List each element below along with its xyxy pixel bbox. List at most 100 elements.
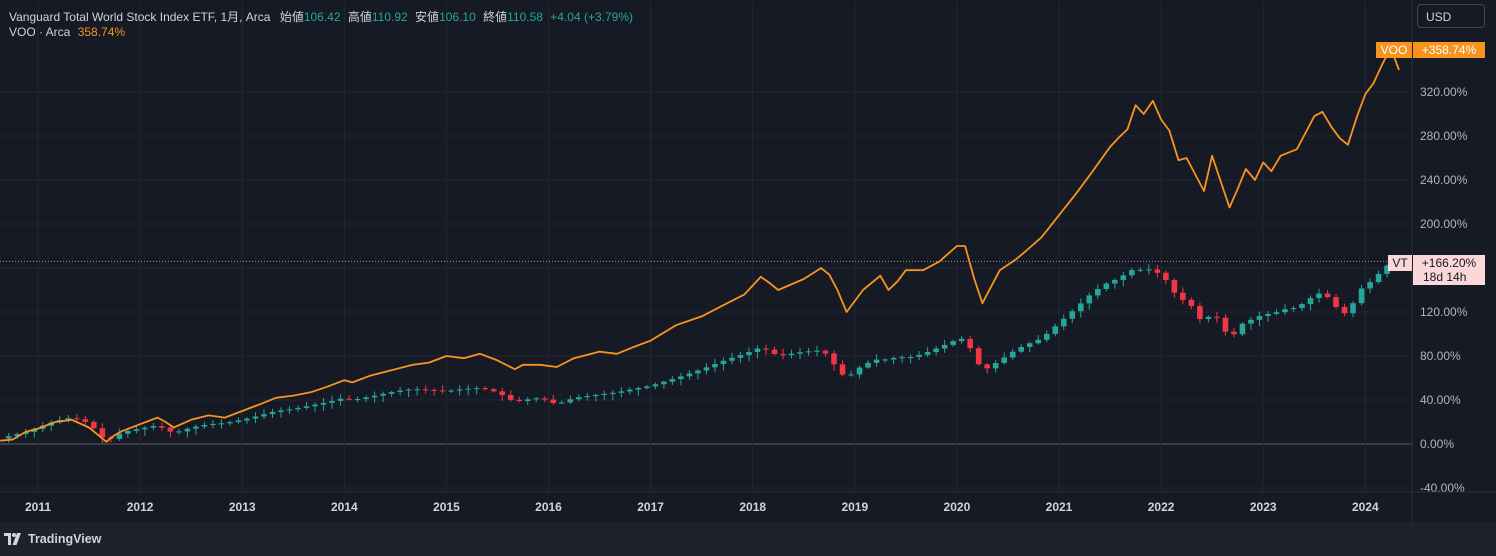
candle-body [933,348,939,353]
candle-body [635,388,642,390]
high-label: 高値 [347,10,372,24]
tradingview-logo[interactable]: TradingView [4,532,101,546]
candle-body [507,395,514,400]
candle-body [337,398,344,401]
vt-value-text: +166.20% [1422,256,1477,270]
candle-body [269,411,276,415]
price-chart[interactable]: -40.00%0.00%40.00%80.00%120.00%160.00%20… [0,0,1496,522]
candle-body [133,429,140,431]
chart-area[interactable]: -40.00%0.00%40.00%80.00%120.00%160.00%20… [0,0,1496,522]
candle-body [1282,309,1288,313]
candle-body [822,350,829,354]
candle-body [1197,306,1203,319]
candle-body [91,421,97,429]
candle-body [150,426,157,428]
candle-body [584,396,591,398]
x-tick-label: 2016 [535,500,562,514]
compare-symbol[interactable]: VOO · Arca [9,25,70,39]
candle-body [729,357,735,361]
candle-body [950,341,956,345]
candle-body [286,409,293,411]
candle-body [941,344,948,349]
grid [0,2,1412,492]
voo-line-path [0,47,1400,443]
candle-body [958,338,965,342]
x-tick-label: 2014 [331,500,358,514]
candle-body [363,397,369,400]
close-value: 110.58 [507,10,543,24]
candle-body [695,370,701,374]
candle-body [278,410,284,412]
symbol-title[interactable]: Vanguard Total World Stock Index ETF, 1月… [9,10,270,24]
candle-body [448,390,454,392]
candle-body [5,436,12,439]
candle-body [720,360,727,365]
candle-body [746,352,752,356]
candle-body [252,416,259,419]
candle-body [992,362,999,369]
candle-body [831,353,837,365]
candle-body [1375,273,1382,283]
candle-body [125,430,131,434]
compare-value: 358.74% [77,25,126,39]
x-tick-label: 2023 [1250,500,1277,514]
candle-body [1222,317,1229,332]
candle-body [1154,269,1161,273]
high-value: 110.92 [371,10,408,24]
candle-body [618,391,625,393]
candle-body [737,355,744,358]
candle-body [967,338,973,349]
candle-body [610,392,616,394]
candle-body [567,399,574,403]
y-tick-label: -40.00% [1420,481,1465,495]
open-value: 106.42 [303,10,341,24]
candle-body [558,402,565,404]
candle-body [814,350,820,352]
candle-body [184,428,191,432]
candle-body [1231,331,1237,335]
candle-body [1333,297,1339,307]
candle-body [1018,346,1025,352]
candle-body [465,388,471,390]
y-tick-label: 280.00% [1420,129,1468,143]
candle-body [1035,339,1042,344]
y-tick-label: 80.00% [1420,349,1461,363]
x-tick-label: 2013 [229,500,256,514]
candle-body [210,423,216,425]
candle-body [159,426,165,428]
vt-countdown-text: 18d 14h [1423,270,1466,284]
x-tick-label: 2012 [127,500,154,514]
candle-body [661,381,667,385]
candle-body [380,393,386,396]
candle-body [1290,308,1297,310]
candle-body [1077,303,1084,312]
candle-body [686,373,693,377]
compare-series-legend: VOO · Arca 358.74% [9,25,125,39]
candle-body [780,353,786,356]
candle-body [839,364,846,375]
y-tick-label: 240.00% [1420,173,1468,187]
x-tick-label: 2018 [739,500,766,514]
candle-body [405,389,412,391]
candle-body [524,399,531,402]
candle-body [1043,333,1050,340]
candle-body [261,414,267,417]
candle-body [1324,293,1331,298]
candle-body [388,392,395,394]
candle-body [873,359,880,363]
candle-body [456,389,463,391]
footer-bar: TradingView [0,522,1496,556]
low-value: 106.10 [439,10,476,24]
candle-body [984,364,990,369]
candle-body [1060,318,1067,327]
candle-body [1239,323,1246,335]
candle-body [218,423,225,425]
candle-body [1112,279,1118,284]
candle-body [1163,272,1169,281]
currency-button[interactable]: USD [1417,4,1485,28]
candle-body [1052,326,1059,334]
candle-body [771,349,778,354]
close-label: 終値 [483,10,508,24]
candle-body [797,352,803,354]
candle-body [856,367,863,375]
